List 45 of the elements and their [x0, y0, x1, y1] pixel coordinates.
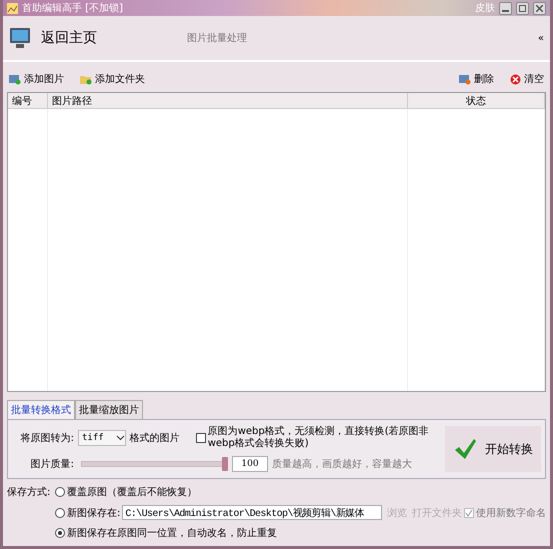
quality-hint: 质量越高，画质越好，容量越大 [272, 458, 412, 471]
column-header[interactable]: 图片路径 [48, 93, 408, 109]
toolbar-button[interactable]: 添加图片 [9, 72, 64, 86]
window-title: 首助编辑高手 [不加锁] [22, 2, 123, 15]
numbering-label: 使用新数字命名 [476, 506, 546, 520]
close-icon [510, 74, 521, 84]
minimize-button[interactable] [499, 2, 512, 14]
monitor-icon [9, 27, 31, 49]
tab[interactable]: 批量转换格式 [7, 400, 75, 419]
collapse-toggle[interactable]: « [538, 32, 544, 44]
slider-thumb[interactable] [222, 457, 228, 471]
maximize-button[interactable] [516, 2, 529, 14]
radio-option[interactable]: 覆盖原图（覆盖后不能恢复） [55, 485, 197, 499]
radio-option[interactable]: 新图保存在: [55, 506, 120, 520]
close-button[interactable] [533, 2, 546, 14]
home-button[interactable]: 返回主页 [9, 27, 97, 49]
toolbar-button[interactable]: 清空 [510, 72, 544, 86]
toolbar-button[interactable]: 添加文件夹 [80, 72, 145, 86]
field-label: 图片质量: [30, 458, 74, 471]
webp-label: 原图为webp格式，无须检测，直接转换(若原图非webp格式会转换失败) [208, 426, 430, 450]
field-label: 将原图转为: [20, 432, 74, 445]
field-label: 保存方式: [7, 486, 52, 499]
column-header[interactable]: 编号 [8, 93, 48, 109]
quality-input[interactable]: 100 [232, 456, 268, 472]
start-button[interactable]: 开始转换 [445, 426, 541, 472]
maximize-icon [519, 4, 526, 12]
radio-option[interactable]: 新图保存在原图同一位置，自动改名，防止重复 [55, 526, 277, 540]
folder-plus-icon [80, 74, 92, 84]
close-icon [536, 4, 543, 12]
checkmark-icon [453, 438, 477, 460]
format-select[interactable]: tiff [78, 430, 126, 446]
path-field[interactable]: C:\Users\Administrator\Desktop\视频剪辑\新媒体 [122, 505, 382, 520]
chevron-down-icon [116, 435, 125, 441]
checkmark-icon [465, 508, 473, 516]
quality-slider[interactable] [78, 457, 228, 471]
column-header[interactable]: 状态 [408, 93, 545, 109]
image-plus-icon [9, 74, 21, 84]
image-minus-icon [459, 74, 471, 84]
page-subtitle: 图片批量处理 [187, 32, 247, 45]
webp-checkbox[interactable] [196, 433, 206, 443]
toolbar-button[interactable]: 删除 [459, 72, 494, 86]
format-suffix: 格式的图片 [130, 432, 180, 445]
app-icon [7, 2, 18, 14]
numbering-checkbox[interactable] [464, 508, 474, 518]
tab[interactable]: 批量缩放图片 [75, 400, 143, 419]
